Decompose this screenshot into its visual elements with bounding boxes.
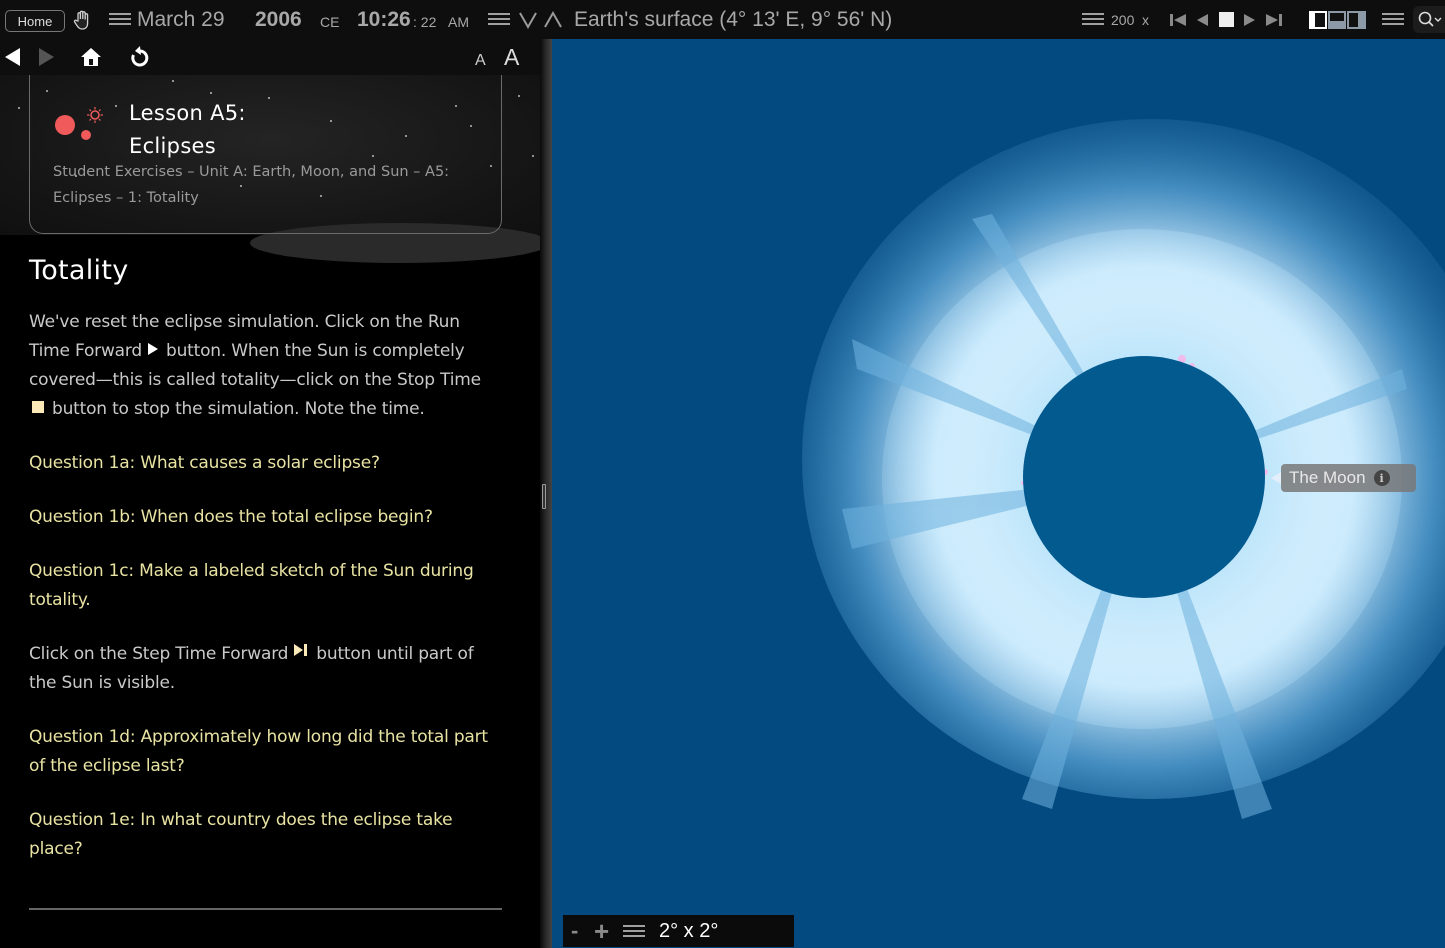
lesson-panel: Lesson A5: Eclipses Student Exercises – … <box>0 75 540 948</box>
skip-back-icon <box>1170 13 1186 26</box>
reset-button[interactable] <box>129 39 151 75</box>
solar-corona <box>802 119 1445 819</box>
lesson-home-button[interactable] <box>80 39 102 75</box>
location-down-button[interactable] <box>518 0 538 39</box>
zoom-out-button[interactable]: - <box>571 918 589 944</box>
era-field[interactable]: CE <box>320 2 339 41</box>
date-field[interactable]: March 29 <box>137 0 225 39</box>
step-paragraph: Click on the Step Time Forward button unt… <box>29 640 499 698</box>
ampm-field[interactable]: AM <box>448 2 469 41</box>
intro-paragraph: We've reset the eclipse simulation. Clic… <box>29 308 499 424</box>
menu-icon <box>1082 12 1104 27</box>
star <box>532 155 534 157</box>
year-field[interactable]: 2006 <box>255 0 302 39</box>
star <box>518 95 520 97</box>
chevron-down-icon <box>519 12 537 29</box>
date-menu-button[interactable] <box>109 0 131 39</box>
stop-icon <box>1219 12 1234 27</box>
forward-button[interactable] <box>38 39 54 75</box>
panel-splitter[interactable] <box>540 39 552 948</box>
object-label-text: The Moon <box>1289 468 1366 487</box>
lesson-header: Lesson A5: Eclipses Student Exercises – … <box>0 75 540 263</box>
lesson-title-line1: Lesson A5: <box>129 101 246 125</box>
fov-menu-button[interactable] <box>623 924 645 939</box>
moon[interactable] <box>1023 356 1265 598</box>
play-button[interactable] <box>1243 0 1257 39</box>
fov-readout[interactable]: 2° x 2° <box>659 920 718 943</box>
reload-icon <box>131 46 149 67</box>
time-rate-menu-button[interactable] <box>1082 0 1104 39</box>
play-icon <box>147 343 158 355</box>
zoom-in-button[interactable]: + <box>594 916 621 947</box>
label-pointer <box>1271 472 1281 484</box>
question-1e: Question 1e: In what country does the ec… <box>29 810 453 859</box>
menu-icon <box>109 12 131 27</box>
info-icon[interactable]: i <box>1373 470 1390 486</box>
time-seconds-field[interactable]: : 22 <box>413 2 436 41</box>
intro-text-3: button to stop the simulation. Note the … <box>52 399 425 419</box>
skip-back-button[interactable] <box>1169 0 1187 39</box>
lesson-breadcrumb: Student Exercises – Unit A: Earth, Moon,… <box>53 164 450 206</box>
stop-icon <box>32 401 44 413</box>
question-1a: Question 1a: What causes a solar eclipse… <box>29 453 380 473</box>
home-button[interactable]: Home <box>5 10 65 32</box>
step-text-1: Click on the Step Time Forward <box>29 644 289 664</box>
step-back-button[interactable] <box>1195 0 1209 39</box>
hand-tool-button[interactable] <box>72 0 94 39</box>
question-1c: Question 1c: Make a labeled sketch of th… <box>29 561 474 610</box>
font-larger-button[interactable]: A <box>504 39 519 75</box>
main-menu-button[interactable] <box>1382 0 1404 39</box>
location-up-button[interactable] <box>543 0 563 39</box>
search-icon <box>1418 11 1442 27</box>
field-of-view-bar: - + 2° x 2° <box>563 915 794 947</box>
location-field[interactable]: Earth's surface (4° 13' E, 9° 56' N) <box>574 0 892 39</box>
lesson-nav-bar: A A <box>0 39 540 75</box>
question-1d: Question 1d: Approximately how long did … <box>29 727 488 776</box>
step-forward-button[interactable] <box>1265 0 1283 39</box>
lesson-content: Totality We've reset the eclipse simulat… <box>29 255 499 889</box>
stop-button[interactable] <box>1219 0 1234 39</box>
menu-icon <box>1382 12 1404 27</box>
eclipse-logo-icon <box>55 107 103 140</box>
step-back-icon <box>1197 13 1208 26</box>
section-heading: Totality <box>29 255 129 286</box>
sky-view[interactable]: The Moon i - + 2° x 2° <box>552 39 1445 948</box>
time-rate-field[interactable]: 200 <box>1111 0 1134 39</box>
search-button[interactable] <box>1413 6 1445 33</box>
top-toolbar: Home March 29 2006 CE 10:26 : 22 AM Eart… <box>0 0 1445 39</box>
lesson-title: Lesson A5: Eclipses <box>129 97 246 163</box>
question-1b: Question 1b: When does the total eclipse… <box>29 507 433 527</box>
play-icon <box>1244 13 1255 26</box>
chevron-up-icon <box>544 10 562 27</box>
arrow-left-icon <box>5 48 20 66</box>
step-forward-icon <box>1266 13 1282 26</box>
menu-icon <box>488 12 510 27</box>
object-label-moon[interactable]: The Moon i <box>1271 464 1416 492</box>
layout-button[interactable] <box>1309 0 1366 39</box>
location-menu-button[interactable] <box>488 0 510 39</box>
content-divider <box>29 908 502 910</box>
house-icon <box>81 48 101 66</box>
time-hm-field[interactable]: 10:26 <box>357 0 411 39</box>
time-rate-unit: x <box>1142 11 1149 28</box>
font-smaller-button[interactable]: A <box>475 43 486 79</box>
back-button[interactable] <box>5 39 21 75</box>
hand-icon <box>73 10 89 30</box>
splitter-handle[interactable] <box>542 484 546 509</box>
arrow-right-icon <box>39 48 54 66</box>
star <box>18 107 20 109</box>
layout-icon <box>1309 10 1366 29</box>
step-forward-icon <box>294 644 308 656</box>
